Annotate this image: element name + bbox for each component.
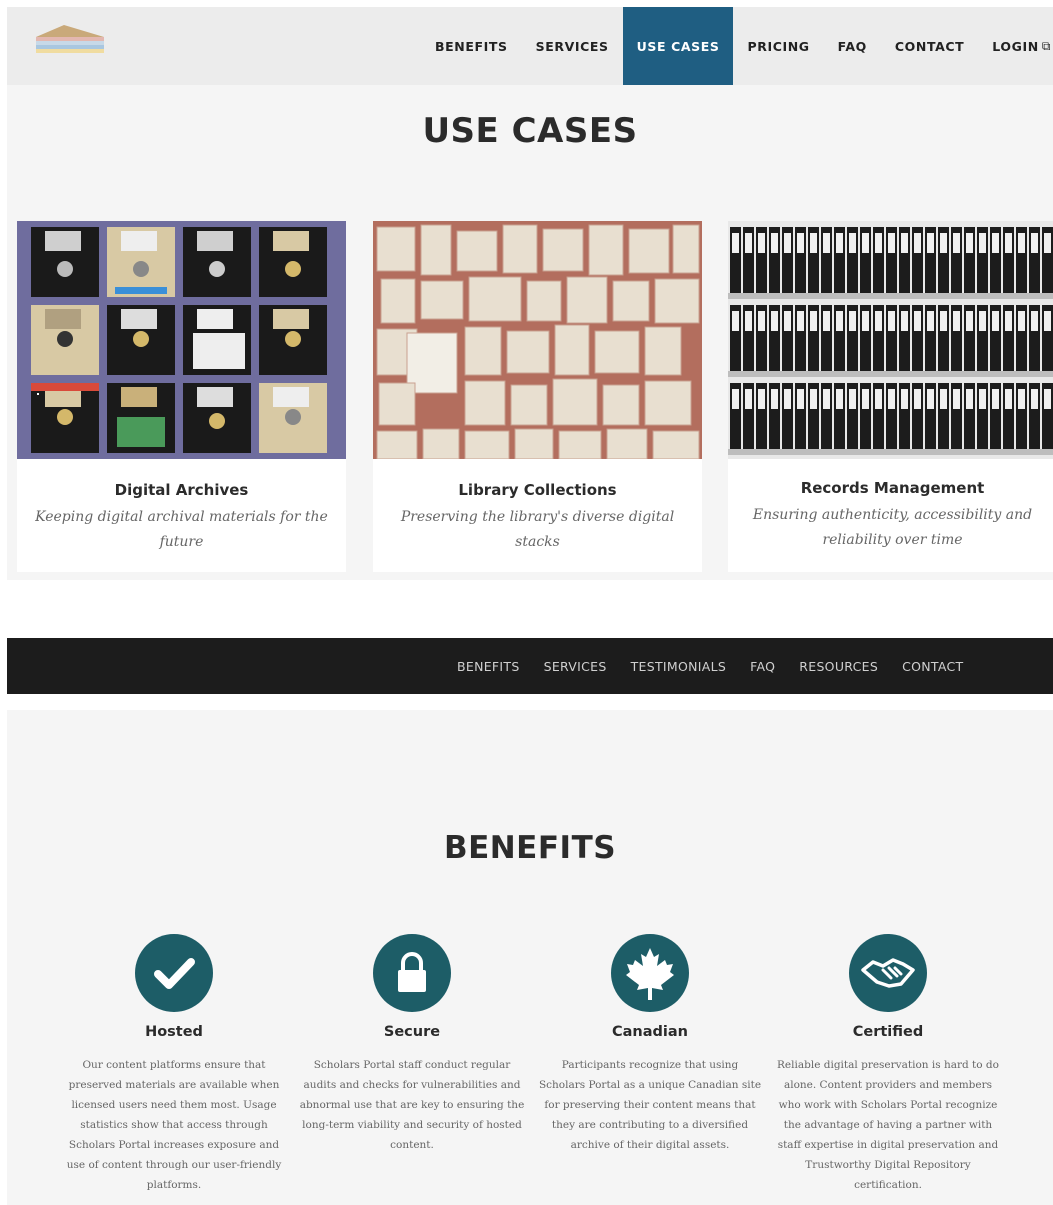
nav-benefits-label: BENEFITS: [435, 38, 508, 54]
nav-testimonials[interactable]: TESTIMONIALS: [631, 659, 727, 674]
card-description: Ensuring authenticity, accessibility and…: [752, 507, 1033, 548]
nav-faq[interactable]: FAQ: [750, 659, 775, 674]
nav-benefits[interactable]: BENEFITS: [421, 7, 522, 85]
nav-pricing[interactable]: PRICING: [733, 7, 823, 85]
use-cases-screenshot: BENEFITS SERVICES USE CASES PRICING FAQ …: [7, 7, 1053, 580]
nav-contact[interactable]: CONTACT: [902, 659, 963, 674]
nav-login-label: LOGIN: [992, 38, 1039, 54]
benefit-description: Our content platforms ensure that preser…: [66, 1059, 282, 1191]
nav-services[interactable]: SERVICES: [544, 659, 607, 674]
benefits-heading: BENEFITS: [443, 830, 617, 866]
use-case-card-library-collections[interactable]: Library Collections Preserving the libra…: [373, 221, 702, 572]
benefit-title: Canadian: [612, 1024, 688, 1040]
checkmark-icon: [135, 934, 213, 1012]
nav-faq[interactable]: FAQ: [824, 7, 881, 85]
card-title: Records Management: [800, 479, 985, 497]
benefit-title: Certified: [852, 1024, 924, 1040]
nav-benefits[interactable]: BENEFITS: [457, 659, 520, 674]
open-book-pages-photo: [373, 221, 702, 459]
handshake-icon: [849, 934, 927, 1012]
nav-use-cases[interactable]: USE CASES: [622, 7, 734, 85]
nav-faq-label: FAQ: [837, 38, 867, 54]
lock-icon: [373, 934, 451, 1012]
card-title: Digital Archives: [114, 481, 249, 499]
external-link-icon: ⧉: [1041, 38, 1051, 53]
floppy-disks-photo: [17, 221, 346, 459]
use-cases-heading: USE CASES: [422, 111, 638, 151]
benefit-description: Participants recognize that using Schola…: [538, 1059, 762, 1151]
nav-use-cases-label: USE CASES: [636, 38, 720, 54]
benefit-title: Secure: [383, 1024, 441, 1040]
card-title: Library Collections: [458, 481, 617, 499]
benefit-title: Hosted: [145, 1024, 203, 1040]
scholars-portal-logo[interactable]: [34, 23, 106, 55]
maple-leaf-icon: [611, 934, 689, 1012]
benefit-description: Reliable digital preservation is hard to…: [777, 1059, 999, 1191]
nav-contact[interactable]: CONTACT: [881, 7, 978, 85]
nav-contact-label: CONTACT: [894, 38, 965, 54]
nav-services-label: SERVICES: [535, 38, 609, 54]
use-case-card-records-management[interactable]: Records Management Ensuring authenticity…: [728, 221, 1053, 572]
nav-pricing-label: PRICING: [747, 38, 810, 54]
card-description: Preserving the library's diverse digital…: [400, 509, 675, 550]
binders-shelves-photo: [728, 221, 1053, 459]
nav-resources[interactable]: RESOURCES: [799, 659, 878, 674]
nav-services[interactable]: SERVICES: [522, 7, 623, 85]
benefit-description: Scholars Portal staff conduct regular au…: [299, 1059, 525, 1151]
use-case-card-digital-archives[interactable]: Digital Archives Keeping digital archiva…: [17, 221, 346, 572]
benefits-section: BENEFITS Hosted Our content platforms en…: [7, 710, 1053, 1205]
dark-navigation-bar: BENEFITS SERVICES TESTIMONIALS FAQ RESOU…: [7, 638, 1053, 694]
top-navigation-bar: BENEFITS SERVICES USE CASES PRICING FAQ …: [7, 7, 1053, 85]
card-description: Keeping digital archival materials for t…: [35, 509, 328, 550]
nav-login[interactable]: LOGIN ⧉: [978, 7, 1053, 85]
